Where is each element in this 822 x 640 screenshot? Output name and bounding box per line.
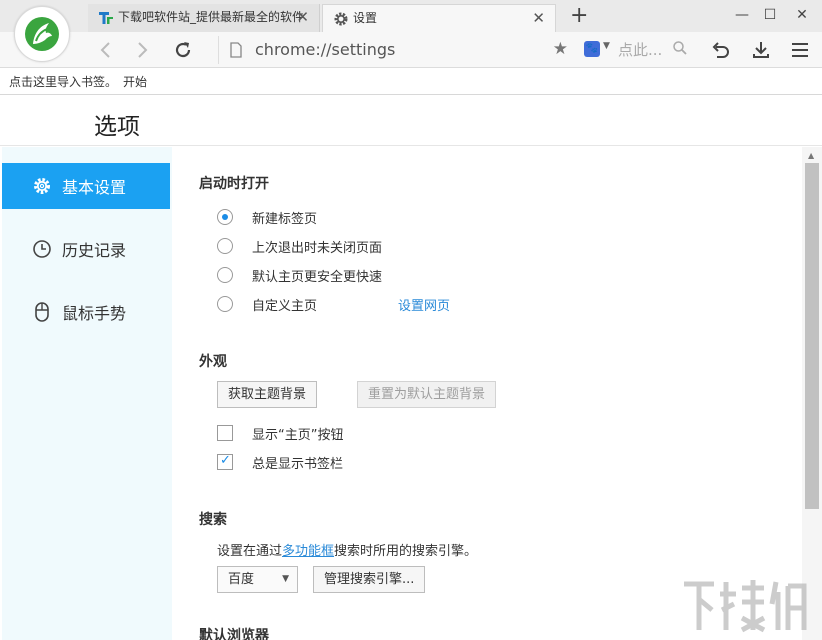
startup-option-new-tab[interactable]: 新建标签页 [217,207,317,227]
startup-option-custom-home[interactable]: 自定义主页 [217,294,317,314]
page-title: 选项 [94,114,140,140]
page-icon [230,42,242,58]
sidebar-item-mouse-gestures[interactable]: 鼠标手势 [2,289,170,335]
omnibox-link[interactable]: 多功能框 [282,544,334,559]
undo-close-tab-button[interactable] [710,39,732,61]
search-input[interactable]: 点此... [618,39,662,60]
search-desc-suffix: 搜索时所用的搜索引擎。 [334,544,478,559]
get-theme-button[interactable]: 获取主题背景 [217,381,318,408]
radio-button[interactable] [217,238,233,254]
maximize-button[interactable]: ☐ [756,4,784,26]
download-button[interactable] [750,39,772,61]
forward-button[interactable] [132,39,154,61]
site-favicon-icon [99,12,113,24]
menu-button[interactable] [789,39,811,61]
toolbar: chrome://settings ★ 🐾 ▼ 点此... [0,32,822,68]
bookmark-star-icon[interactable]: ★ [553,39,568,59]
reload-icon [175,42,191,58]
sidebar-item-label: 鼠标手势 [62,304,127,323]
manage-search-engines-button[interactable]: 管理搜索引擎... [313,566,426,593]
baidu-paw-icon[interactable]: 🐾 [584,41,600,57]
close-icon[interactable]: ✕ [296,4,309,30]
checkbox[interactable] [217,425,233,441]
checkbox[interactable] [217,453,233,470]
settings-content: 启动时打开 新建标签页 上次退出时未关闭页面 默认主页更安全更快速 自定义主页 … [172,147,800,640]
checkbox-label: 显示“主页”按钮 [252,427,344,443]
minimize-button[interactable]: — [728,4,756,26]
chevron-down-icon[interactable]: ▼ [603,41,610,51]
sidebar-item-basic-settings[interactable]: 基本设置 [2,163,170,209]
search-engine-value: 百度 [228,572,255,587]
tab-title: 设置 [353,11,378,25]
radio-button[interactable] [217,209,233,225]
radio-button[interactable] [217,296,233,312]
tab-settings[interactable]: 设置 ✕ [322,4,556,32]
import-bookmarks-hint: 点击这里导入书签。 [9,75,118,89]
hamburger-menu-icon [792,43,808,57]
settings-sidebar: 基本设置 历史记录 鼠标手势 [2,147,172,640]
url-text[interactable]: chrome://settings [255,39,395,61]
address-bar[interactable]: chrome://settings ★ [218,36,574,64]
section-title-default-browser: 默认浏览器 [199,628,269,640]
search-icon[interactable] [672,40,688,56]
vertical-scrollbar[interactable]: ▲ [802,147,822,640]
startup-option-restore[interactable]: 上次退出时未关闭页面 [217,236,382,256]
search-engine-select[interactable]: 百度 ▼ [217,566,298,593]
close-icon[interactable]: ✕ [532,5,545,31]
bookmarks-bar: 点击这里导入书签。 开始 [0,69,822,95]
chevron-down-icon: ▼ [282,574,289,584]
sidebar-item-label: 基本设置 [62,178,127,197]
radio-label: 自定义主页 [252,298,318,314]
tab-bar: 下载吧软件站_提供最新最全的软件 ✕ 设置 ✕ + — ☐ ✕ [0,0,822,32]
undo-icon [712,42,729,58]
back-arrow-icon [100,42,110,58]
import-start-link[interactable]: 开始 [123,69,147,95]
always-show-bookmarks-option[interactable]: 总是显示书签栏 [217,453,344,472]
section-title-search: 搜索 [199,512,227,528]
sidebar-item-label: 历史记录 [62,241,127,260]
scroll-up-arrow-icon[interactable]: ▲ [808,151,814,160]
section-title-appearance: 外观 [199,354,227,370]
search-desc-prefix: 设置在通过 [217,544,283,559]
browser-logo-icon[interactable] [14,6,70,62]
horse-logo-icon [25,17,59,51]
section-title-startup: 启动时打开 [199,176,269,192]
download-icon [753,42,769,58]
clock-icon [31,238,53,260]
reload-button[interactable] [172,39,194,61]
radio-label: 默认主页更安全更快速 [252,269,383,285]
mouse-icon [31,301,53,323]
forward-arrow-icon [138,42,148,58]
scrollbar-thumb[interactable] [805,163,819,509]
new-tab-button[interactable]: + [570,3,588,29]
gear-icon [334,12,348,26]
startup-option-default-home[interactable]: 默认主页更安全更快速 [217,265,382,285]
radio-label: 新建标签页 [252,211,318,227]
set-pages-link[interactable]: 设置网页 [398,295,450,314]
search-box[interactable]: 🐾 ▼ 点此... [580,38,692,62]
tab-title: 下载吧软件站_提供最新最全的软件 [118,10,305,24]
radio-label: 上次退出时未关闭页面 [252,240,383,256]
show-home-button-option[interactable]: 显示“主页”按钮 [217,424,344,443]
gear-icon [31,175,53,197]
sidebar-item-history[interactable]: 历史记录 [2,226,170,272]
tab-download-site[interactable]: 下载吧软件站_提供最新最全的软件 ✕ [88,4,320,32]
watermark-logo-icon [684,580,807,633]
back-button[interactable] [94,39,116,61]
close-window-button[interactable]: ✕ [788,4,816,26]
search-description: 设置在通过多功能框搜索时所用的搜索引擎。 [217,540,477,559]
checkbox-label: 总是显示书签栏 [252,456,344,472]
radio-button[interactable] [217,267,233,283]
reset-theme-button[interactable]: 重置为默认主题背景 [357,381,497,408]
settings-header: 选项 [0,96,822,146]
